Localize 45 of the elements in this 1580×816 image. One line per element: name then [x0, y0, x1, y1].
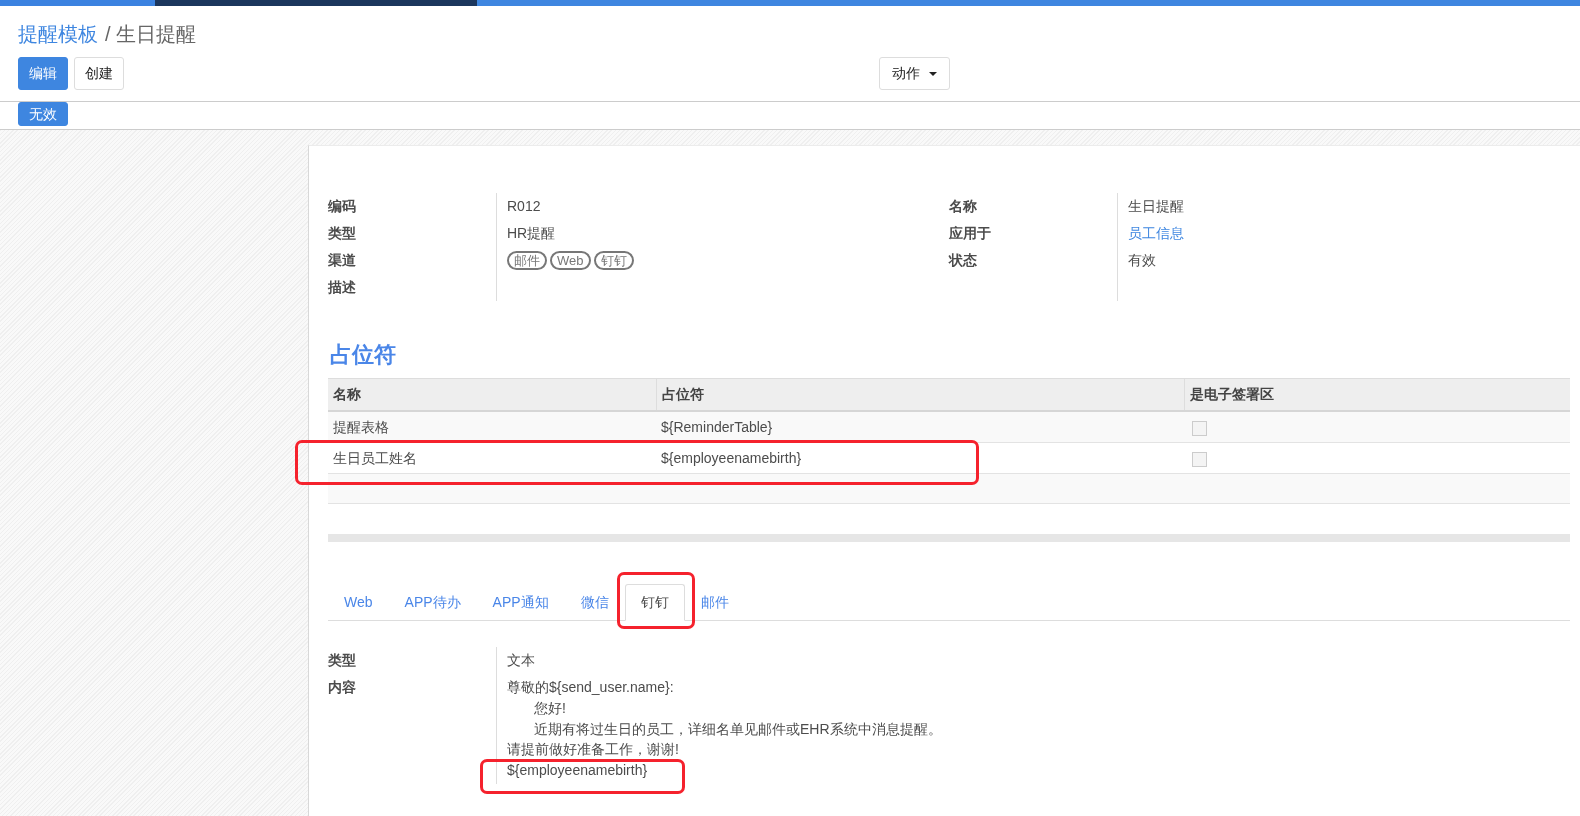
caret-down-icon [929, 71, 937, 76]
channel-tag: Web [550, 251, 591, 270]
tab[interactable]: 微信 [564, 584, 625, 621]
action-dropdown[interactable]: 动作 [879, 57, 950, 90]
field-label: 描述 [328, 279, 356, 295]
breadcrumb-current: 生日提醒 [115, 22, 196, 47]
table-cell: ${ReminderTable} [656, 411, 1184, 443]
column-header: 是电子签署区 [1184, 378, 1570, 411]
column-header: 名称 [328, 378, 656, 411]
tab[interactable]: APP通知 [476, 584, 565, 621]
field-value: 文本 [507, 652, 535, 668]
breadcrumb-separator: / [105, 22, 111, 47]
tab[interactable]: 钉钉 [624, 584, 685, 621]
field-label: 应用于 [949, 225, 991, 241]
field-value: R012 [507, 198, 541, 214]
status-button[interactable]: 无效 [18, 102, 68, 126]
field-value: 有效 [1128, 252, 1156, 268]
message-line: 尊敬的${send_user.name}: [507, 678, 674, 697]
table-cell: 生日员工姓名 [328, 442, 656, 474]
checkbox[interactable] [1192, 420, 1207, 436]
channel-tag: 邮件 [507, 251, 547, 270]
field-label: 内容 [328, 679, 356, 695]
column-header: 占位符 [656, 378, 1184, 411]
message-line: 近期有将过生日的员工，详细名单见邮件或EHR系统中消息提醒。 [533, 719, 942, 739]
field-label: 名称 [949, 198, 977, 214]
field-value: HR提醒 [507, 225, 556, 241]
field-label: 状态 [949, 252, 977, 268]
field-label: 类型 [328, 652, 356, 668]
tab[interactable]: Web [328, 584, 389, 621]
channel-tag: 钉钉 [593, 251, 634, 270]
create-button[interactable]: 创建 [74, 57, 124, 90]
message-line: 您好! [533, 698, 566, 718]
edit-button[interactable]: 编辑 [18, 57, 68, 90]
field-value: 生日提醒 [1128, 198, 1184, 214]
field-label: 渠道 [328, 252, 356, 268]
checkbox[interactable] [1192, 451, 1207, 467]
message-line: ${employeenamebirth} [507, 761, 648, 780]
field-label: 编码 [328, 198, 356, 214]
message-line: 请提前做好准备工作，谢谢! [507, 740, 679, 760]
tab[interactable]: APP待办 [388, 584, 477, 621]
field-label: 类型 [328, 225, 356, 241]
tab[interactable]: 邮件 [684, 584, 745, 621]
field-link[interactable]: 员工信息 [1128, 225, 1184, 241]
breadcrumb-link[interactable]: 提醒模板 [18, 18, 98, 51]
section-title: 占位符 [330, 342, 397, 368]
